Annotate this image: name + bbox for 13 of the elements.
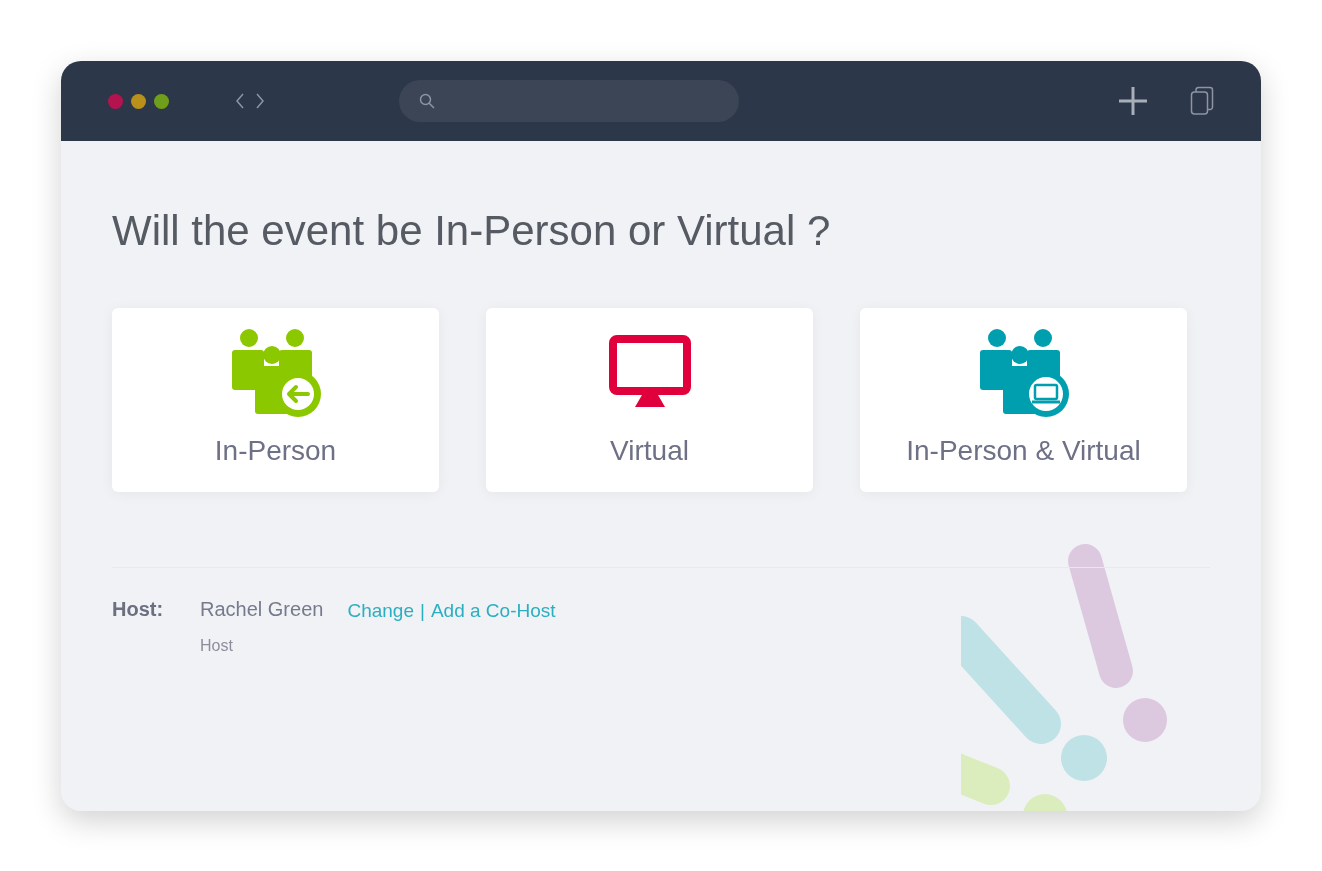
plus-icon[interactable] <box>1118 86 1148 116</box>
question-heading: Will the event be In-Person or Virtual ? <box>112 206 832 256</box>
option-card[interactable]: Virtual <box>486 308 813 493</box>
host-role: Host <box>200 636 234 657</box>
link-separator: | <box>419 599 425 624</box>
host-label: Host: <box>112 597 165 623</box>
back-icon[interactable] <box>235 93 245 109</box>
option-card[interactable]: In-Person & Virtual <box>860 308 1187 493</box>
search-icon <box>419 93 435 109</box>
forward-icon[interactable] <box>255 93 265 109</box>
tabs-icon[interactable] <box>1190 86 1214 116</box>
option-card[interactable]: In-Person <box>112 308 439 493</box>
host-name: Rachel Green <box>200 597 324 623</box>
